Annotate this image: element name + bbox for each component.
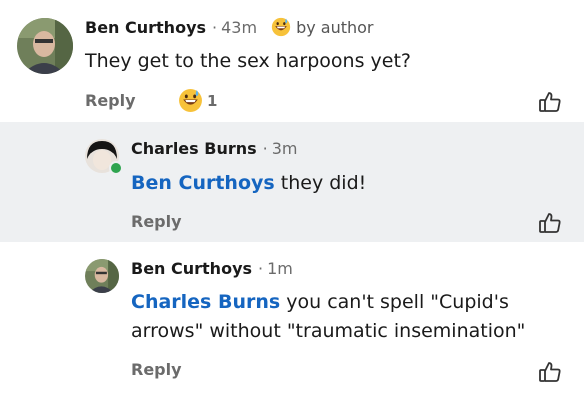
reaction-button[interactable]: 1 bbox=[178, 88, 217, 113]
separator-dot: · bbox=[262, 139, 268, 158]
comment-meta: Ben Curthoys · 1m bbox=[131, 259, 293, 278]
online-status-dot bbox=[109, 161, 123, 175]
reaction-count: 1 bbox=[207, 91, 218, 110]
comment-text: They get to the sex harpoons yet? bbox=[85, 50, 411, 72]
thumbs-up-icon[interactable] bbox=[538, 211, 562, 235]
author-name[interactable]: Ben Curthoys bbox=[131, 259, 252, 278]
grinning-sweat-emoji-icon bbox=[271, 17, 291, 37]
comment-2: Charles Burns · 3m Ben Curthoys they did… bbox=[0, 122, 584, 242]
badge-text: by author bbox=[296, 17, 374, 37]
grinning-sweat-emoji-icon bbox=[179, 89, 202, 112]
author-name[interactable]: Ben Curthoys bbox=[85, 18, 206, 37]
avatar-ben-curthoys[interactable] bbox=[85, 259, 119, 293]
mention-link[interactable]: Ben Curthoys bbox=[131, 172, 275, 194]
separator-dot: · bbox=[258, 259, 264, 278]
comment-text: Charles Burns you can't spell "Cupid's a… bbox=[131, 288, 571, 346]
comment-meta: Ben Curthoys · 43m by author bbox=[85, 17, 374, 37]
comment-text: Ben Curthoys they did! bbox=[131, 169, 366, 198]
comment-text-rest: you can't spell "Cupid's bbox=[280, 291, 509, 313]
timestamp: 43m bbox=[221, 17, 258, 37]
mention-link[interactable]: Charles Burns bbox=[131, 291, 280, 313]
avatar-ben-curthoys[interactable] bbox=[17, 18, 73, 74]
separator-dot: · bbox=[212, 17, 218, 37]
author-name[interactable]: Charles Burns bbox=[131, 139, 257, 158]
timestamp: 3m bbox=[271, 139, 298, 158]
thumbs-up-icon[interactable] bbox=[538, 360, 562, 384]
thumbs-up-icon[interactable] bbox=[538, 90, 562, 114]
reply-button[interactable]: Reply bbox=[85, 91, 136, 110]
timestamp: 1m bbox=[267, 259, 293, 278]
comment-text-rest: they did! bbox=[274, 172, 367, 194]
comment-text-line-2: arrows" without "traumatic insemination" bbox=[131, 320, 526, 342]
reply-button[interactable]: Reply bbox=[131, 360, 182, 379]
comment-meta: Charles Burns · 3m bbox=[131, 139, 298, 158]
by-author-badge: by author bbox=[271, 17, 374, 37]
comment-1: Ben Curthoys · 43m by author They get to… bbox=[0, 0, 584, 122]
comment-3: Ben Curthoys · 1m Charles Burns you can'… bbox=[0, 242, 584, 395]
comment-text-line-1: Charles Burns you can't spell "Cupid's bbox=[131, 288, 571, 317]
reply-button[interactable]: Reply bbox=[131, 212, 182, 231]
